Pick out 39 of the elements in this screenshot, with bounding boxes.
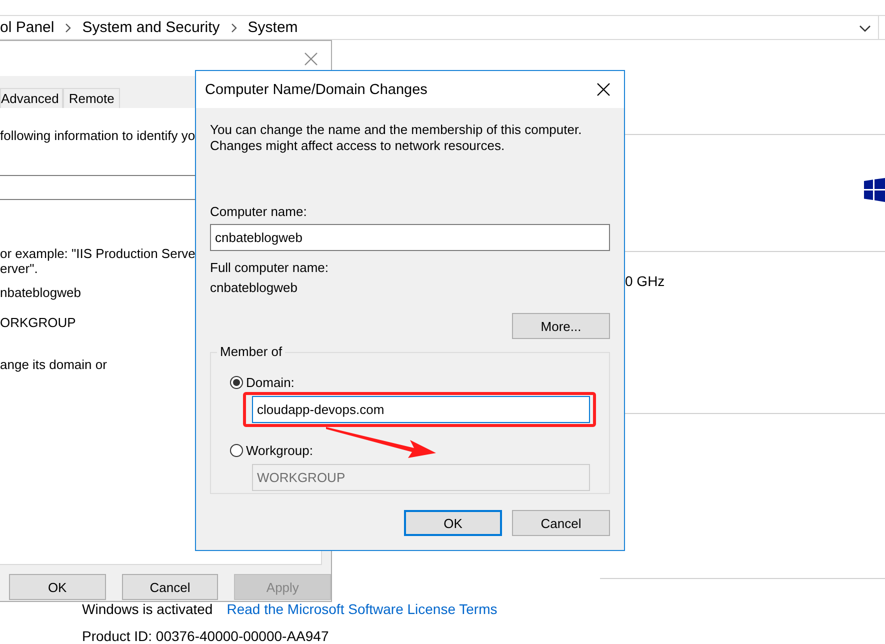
computer-name-field[interactable]: cnbateblogweb [210, 224, 610, 251]
workgroup-field[interactable]: WORKGROUP [252, 464, 590, 491]
dialog-text: erver". [0, 261, 38, 276]
radio-label[interactable]: Workgroup: [246, 442, 313, 458]
radio-button[interactable] [230, 444, 243, 456]
chevron-right-icon[interactable] [230, 22, 238, 32]
full-computer-name: cnbateblogweb [210, 280, 298, 296]
dialog-button[interactable]: OK [404, 510, 502, 536]
breadcrumb-item[interactable]: System [248, 19, 298, 36]
field-label: Computer name: [210, 204, 308, 220]
intro-text: You can change the name and the membership of this computer. [210, 122, 583, 138]
radio-label[interactable]: Domain: [246, 374, 294, 390]
breadcrumb-item[interactable]: System and Security [82, 19, 220, 36]
close-icon[interactable] [597, 83, 610, 96]
activation-status: Windows is activated [82, 601, 213, 617]
dialog-text: or example: "IIS Production Serve [0, 246, 196, 261]
dialog-text: ange its domain or [0, 357, 107, 372]
license-link[interactable]: Read the Microsoft Software License Terms [226, 601, 498, 617]
windows-logo-icon [864, 177, 885, 203]
chevron-right-icon[interactable] [64, 22, 72, 32]
tab[interactable]: Advanced [0, 88, 63, 108]
processor-speed-text: 0 GHz [625, 273, 665, 289]
dialog-text: ORKGROUP [0, 315, 76, 330]
product-id: Product ID: 00376-40000-00000-AA947 [82, 628, 329, 644]
radio-button[interactable] [230, 376, 243, 388]
dropdown-chevron-icon[interactable] [858, 22, 872, 32]
more-button[interactable]: More... [512, 313, 610, 339]
field-label: Full computer name: [210, 260, 330, 276]
dialog-text: nbateblogweb [0, 285, 81, 300]
breadcrumb-item[interactable]: ol Panel [0, 19, 54, 36]
dialog-title: Computer Name/Domain Changes [205, 82, 428, 98]
dialog-button[interactable]: Cancel [122, 574, 218, 600]
tab[interactable]: Remote [62, 88, 120, 108]
dialog-text: following information to identify yo [0, 128, 196, 143]
domain-field[interactable]: cloudapp-devops.com [252, 396, 590, 423]
description-field[interactable] [0, 175, 195, 200]
dialog-button[interactable]: OK [9, 574, 106, 600]
dialog-button[interactable]: Cancel [512, 510, 610, 536]
intro-text: Changes might affect access to network resources. [210, 138, 506, 154]
